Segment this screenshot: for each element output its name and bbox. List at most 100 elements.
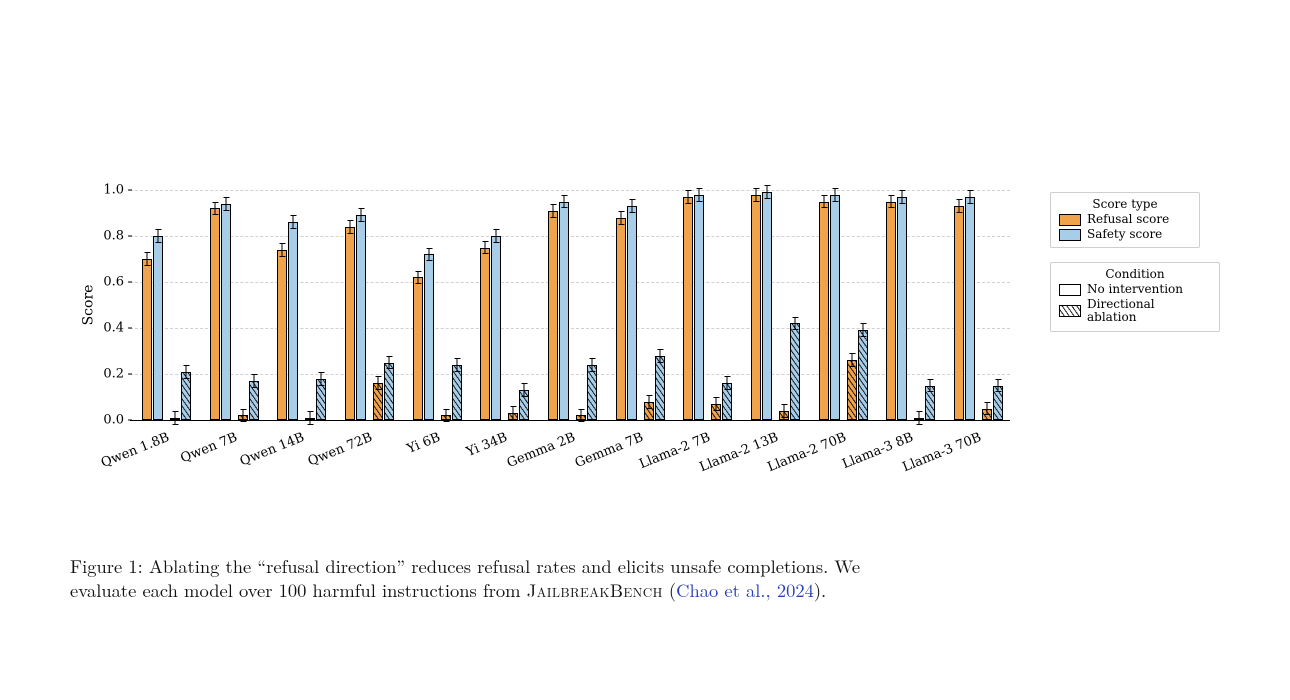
y-tick-mark (128, 282, 132, 283)
bar (153, 236, 163, 420)
bar (345, 227, 355, 420)
legend-label: Refusal score (1087, 213, 1169, 226)
y-tick-mark (128, 374, 132, 375)
y-axis: 0.00.20.40.60.81.0 (90, 190, 128, 420)
error-bar (998, 379, 999, 393)
error-bar (146, 252, 147, 266)
error-bar (360, 208, 361, 222)
bar (954, 206, 964, 420)
y-tick-label: 0.6 (90, 275, 124, 290)
error-bar (321, 372, 322, 386)
legend-title: Score type (1059, 197, 1191, 211)
error-bar (456, 358, 457, 372)
bar-group (884, 190, 940, 420)
legend-row-no-intervention: No intervention (1059, 283, 1211, 296)
error-bar (592, 358, 593, 372)
caption-line2b: ( (663, 577, 676, 603)
bar-group (614, 190, 670, 420)
bar-group (208, 190, 264, 420)
bar-group (140, 190, 196, 420)
bar (491, 236, 501, 420)
swatch-safety-icon (1059, 229, 1081, 241)
legend-label: Safety score (1087, 228, 1162, 241)
swatch-refusal-icon (1059, 214, 1081, 226)
bar (897, 197, 907, 420)
error-bar (851, 353, 852, 367)
citation-link[interactable]: Chao et al., 2024 (676, 577, 814, 603)
bar-group (681, 190, 737, 420)
error-bar (959, 199, 960, 213)
error-bar (688, 190, 689, 204)
caption-line2c: ). (814, 577, 826, 603)
bar (819, 202, 829, 421)
figure-label: Figure 1: (70, 553, 143, 579)
bar (694, 195, 704, 420)
error-bar (225, 197, 226, 211)
error-bar (174, 411, 175, 425)
bar (886, 202, 896, 421)
bar (480, 248, 490, 421)
page: Score 0.00.20.40.60.81.0 Qwen 1.8BQwen 7… (0, 0, 1290, 700)
bar (965, 197, 975, 420)
swatch-plain-icon (1059, 284, 1081, 296)
benchmark-name: JailbreakBench (527, 577, 663, 603)
error-bar (716, 397, 717, 411)
y-tick-mark (128, 328, 132, 329)
error-bar (699, 188, 700, 202)
error-bar (862, 323, 863, 337)
y-tick-label: 0.4 (90, 321, 124, 336)
error-bar (891, 195, 892, 209)
error-bar (970, 190, 971, 204)
x-axis-labels: Qwen 1.8BQwen 7BQwen 14BQwen 72BYi 6BYi … (130, 424, 1010, 484)
bar (858, 330, 868, 420)
error-bar (648, 395, 649, 409)
error-bar (388, 356, 389, 370)
bar (384, 363, 394, 421)
error-bar (620, 211, 621, 225)
error-bar (553, 204, 554, 218)
error-bar (784, 404, 785, 418)
plot-area (130, 190, 1010, 421)
error-bar (253, 374, 254, 388)
bar-group (478, 190, 534, 420)
error-bar (214, 202, 215, 216)
legend-title: Condition (1059, 267, 1211, 281)
bar-group (546, 190, 602, 420)
error-bar (834, 188, 835, 202)
error-bar (417, 271, 418, 285)
error-bar (242, 409, 243, 423)
y-tick-label: 0.2 (90, 367, 124, 382)
bar (683, 197, 693, 420)
error-bar (185, 365, 186, 379)
bar-group (411, 190, 467, 420)
bar (830, 195, 840, 420)
error-bar (919, 411, 920, 425)
bar (790, 323, 800, 420)
y-tick-label: 1.0 (90, 183, 124, 198)
bar (424, 254, 434, 420)
error-bar (524, 383, 525, 397)
error-bar (496, 229, 497, 243)
bar (655, 356, 665, 420)
error-bar (756, 188, 757, 202)
error-bar (157, 229, 158, 243)
legend-row-safety: Safety score (1059, 228, 1191, 241)
bar (277, 250, 287, 420)
bar (221, 204, 231, 420)
error-bar (513, 406, 514, 420)
error-bar (767, 185, 768, 199)
error-bar (428, 248, 429, 262)
error-bar (293, 215, 294, 229)
bar (559, 202, 569, 421)
bar (452, 365, 462, 420)
figure-caption: Figure 1: Ablating the “refusal directio… (70, 555, 1210, 602)
legend-row-directional-ablation: Directional ablation (1059, 298, 1211, 324)
bar-group (749, 190, 805, 420)
y-tick-label: 0.8 (90, 229, 124, 244)
error-bar (987, 402, 988, 416)
bar (356, 215, 366, 420)
bar (181, 372, 191, 420)
bar (413, 277, 423, 420)
error-bar (930, 379, 931, 393)
legend-condition: Condition No intervention Directional ab… (1050, 262, 1220, 332)
